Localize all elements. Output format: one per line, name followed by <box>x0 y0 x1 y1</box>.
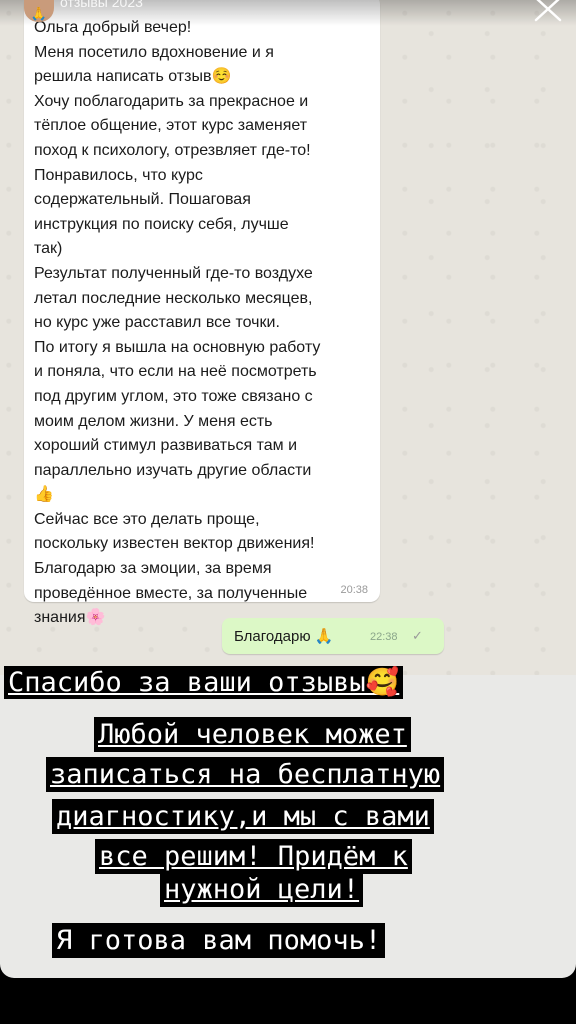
caption-line-2: записаться на бесплатную <box>46 757 445 792</box>
message-line: решила написать отзыв☺️ <box>34 68 232 86</box>
story-frame: Ольга добрый вечер! Меня посетило вдохнов… <box>0 0 576 978</box>
message-line: хороший стимул развиваться там и <box>34 437 298 455</box>
message-line: летал последние несколько месяцев, <box>34 289 313 307</box>
message-line: содержательный. Пошаговая <box>34 191 251 209</box>
message-line: тёплое общение, этот курс заменяет <box>34 117 308 135</box>
message-line: Хочу поблагодарить за прекрасное и <box>34 92 309 110</box>
message-line: Благодарю за эмоции, за время <box>34 560 272 578</box>
thanks-caption: Спасибо за ваши отзывы🥰 <box>4 666 404 699</box>
caption-line-4: все решим! Придём к <box>95 839 412 874</box>
avatar[interactable]: 🙏 <box>24 0 54 22</box>
story-label: отзывы 2023 <box>60 0 143 10</box>
caption-line-3: диагностику,и мы с вами <box>52 799 434 834</box>
outgoing-message-text: Благодарю 🙏 <box>234 628 334 645</box>
message-line: По итогу я вышла на основную работу <box>34 338 321 356</box>
message-line: но курс уже расставил все точки. <box>34 314 280 332</box>
incoming-message-time: 20:38 <box>340 584 368 596</box>
message-line: и поняла, что если на неё посмотреть <box>34 363 317 381</box>
outgoing-message-bubble: Благодарю 🙏 22:38 ✓ <box>222 618 444 654</box>
message-line: под другим углом, это тоже связано с <box>34 387 313 405</box>
caption-line-5: нужной цели! <box>160 872 364 907</box>
message-text: Ольга добрый вечер! Меня посетило вдохнов… <box>34 16 370 631</box>
message-line: Меня посетило вдохновение и я <box>34 43 274 61</box>
caption-line-6: Я готова вам помочь! <box>52 923 386 958</box>
message-line: 👍 <box>34 486 54 504</box>
message-line: Понравилось, что курс <box>34 166 203 184</box>
message-line: параллельно изучать другие области <box>34 461 312 479</box>
message-line: поход к психологу, отрезвляет где-то! <box>34 141 311 159</box>
message-line: Результат полученный где-то воздухе <box>34 264 313 282</box>
message-line: проведённое вместе, за полученные <box>34 584 308 602</box>
message-line: так) <box>34 240 63 258</box>
message-line: Сейчас все это делать проще, <box>34 510 260 528</box>
sent-check-icon: ✓ <box>412 628 423 643</box>
message-line: поскольку известен вектор движения! <box>34 535 315 553</box>
story-header: 🙏 отзывы 2023 <box>0 0 576 26</box>
message-line: моим делом жизни. У меня есть <box>34 412 273 430</box>
caption-line-1: Любой человек может <box>94 717 411 752</box>
chat-screenshot: Ольга добрый вечер! Меня посетило вдохнов… <box>0 0 576 675</box>
avatar-emoji: 🙏 <box>30 6 48 21</box>
close-icon[interactable] <box>532 0 566 22</box>
message-line: инструкция по поиску себя, лучше <box>34 215 289 233</box>
outgoing-message-time: 22:38 <box>370 631 398 643</box>
incoming-message-bubble: Ольга добрый вечер! Меня посетило вдохнов… <box>24 0 380 626</box>
